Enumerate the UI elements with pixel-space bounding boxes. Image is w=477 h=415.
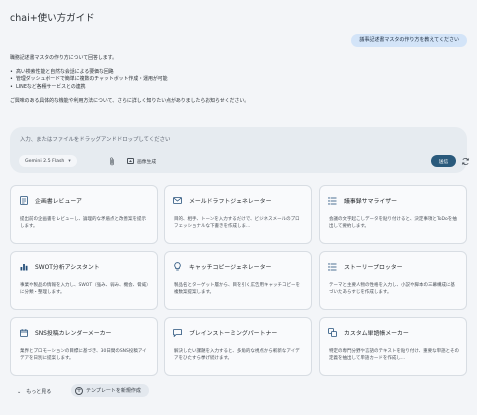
mail-icon <box>173 196 182 205</box>
card-description: 製品名とターゲット層から、目を引く広告用キャッチコピーを複数案提案します。 <box>174 283 300 295</box>
card-title: 議事録サマライザー <box>344 199 398 205</box>
page-title: chai+使い方ガイド <box>10 13 95 24</box>
paperclip-icon[interactable] <box>107 156 117 166</box>
card-title: カスタム単語帳メーカー <box>344 331 409 337</box>
calendar-icon <box>19 328 28 337</box>
document-icon <box>19 196 28 205</box>
card-title: SNS投稿カレンダーメーカー <box>35 331 112 337</box>
reply-bullet: LINEなど各種サービスとの連携 <box>10 84 470 92</box>
template-card[interactable]: カスタム単語帳メーカー 特定の専門分野や言語のテキストを貼り付け、重要な単語とそ… <box>319 317 467 376</box>
chat-bubble-icon <box>173 328 182 337</box>
new-template-button[interactable]: + テンプレートを新規作成 <box>71 384 149 397</box>
template-card[interactable]: キャッチコピージェネレーター 製品名とターゲット層から、目を引く広告用キャッチコ… <box>164 251 312 310</box>
card-title: ストーリープロッター <box>344 265 403 271</box>
card-title: メールドラフトジェネレーター <box>189 199 272 205</box>
card-description: 会議の文字起こしデータを貼り付けると、決定事項とToDoを抽出して要約します。 <box>329 217 457 229</box>
card-description: 特定の専門分野や言語のテキストを貼り付け、重要な単語とその定義を抽出して単語カー… <box>329 349 460 361</box>
image-icon <box>127 158 134 164</box>
send-button[interactable]: 送信 <box>431 155 456 167</box>
list-icon <box>328 196 337 205</box>
card-title: ブレインストーミングパートナー <box>189 331 278 337</box>
card-description: 業界とプロモーションの目標に基づき、30日間のSNS投稿アイデアを日別に提案しま… <box>20 349 147 361</box>
template-card[interactable]: ブレインストーミングパートナー 解決したい課題を入力すると、多角的な視点から斬新… <box>164 317 312 376</box>
image-generate-button[interactable]: 画像生成 <box>127 155 156 167</box>
lightbulb-icon <box>173 262 182 271</box>
new-template-label: テンプレートを新規作成 <box>86 388 141 394</box>
show-more-button[interactable]: ⌄ もっと見る <box>17 388 52 396</box>
message-input[interactable]: 入力、またはファイルをドラッグアンドドロップしてください <box>20 135 170 143</box>
chevron-down-icon: ⌄ <box>17 388 22 395</box>
user-message-bubble: 議事記述書マスタの作り方を教えてください <box>351 34 467 47</box>
template-card[interactable]: ストーリープロッター テーマと主要人物の性格を入力し、小説や脚本の三幕構成に基づ… <box>319 251 467 310</box>
list-icon <box>328 262 337 271</box>
show-more-label: もっと見る <box>26 389 52 395</box>
assistant-reply: 職務記述書マスタの作り方について回答します。 高い検索性能と自然な会話による要価… <box>10 55 470 106</box>
chevron-down-icon: ▾ <box>68 158 71 164</box>
model-select-label: Gemini 2.5 Flash <box>25 158 65 164</box>
reply-bullets: 高い検索性能と自然な会話による要価な回路 管理ダッシュボードで簡単に複数のチャッ… <box>10 69 470 93</box>
bar-chart-icon <box>19 262 28 271</box>
card-title: SWOT分析アシスタント <box>35 265 100 271</box>
reply-outro: ご興味のある具体的な機能や利用方法について、さらに詳しく知りたい点がありましたら… <box>10 98 250 105</box>
translate-icon <box>328 328 337 337</box>
card-description: テーマと主要人物の性格を入力し、小説や脚本の三幕構成に基づいたあらすじを作成しま… <box>329 283 455 295</box>
card-title: キャッチコピージェネレーター <box>189 265 272 271</box>
model-select[interactable]: Gemini 2.5 Flash ▾ <box>19 155 77 167</box>
card-description: 解決したい課題を入力すると、多角的な視点から斬新なアイデアをひたすら挙げ続けます… <box>174 349 300 361</box>
card-description: 事業や製品の情報を入力し、SWOT（強み、弱み、機会、脅威）に分類・整理します。 <box>20 283 149 295</box>
app-window: chai+使い方ガイド 議事記述書マスタの作り方を教えてください 職務記述書マス… <box>0 0 477 415</box>
template-card[interactable]: SNS投稿カレンダーメーカー 業界とプロモーションの目標に基づき、30日間のSN… <box>10 317 158 376</box>
reply-intro: 職務記述書マスタの作り方について回答します。 <box>10 55 117 61</box>
card-title: 企画書レビューア <box>35 199 82 205</box>
composer[interactable]: 入力、またはファイルをドラッグアンドドロップしてください Gemini 2.5 … <box>10 127 470 173</box>
refresh-icon[interactable] <box>460 156 470 166</box>
template-card[interactable]: 企画書レビューア 提出前の企画書をレビューし、論理的な矛盾点と改善案を提示します… <box>10 185 158 244</box>
template-card[interactable]: 議事録サマライザー 会議の文字起こしデータを貼り付けると、決定事項とToDoを抽… <box>319 185 467 244</box>
plus-icon: + <box>75 386 83 395</box>
card-description: 提出前の企画書をレビューし、論理的な矛盾点と改善案を提示します。 <box>20 217 146 229</box>
template-card[interactable]: メールドラフトジェネレーター 目的、相手、トーンを入力するだけで、ビジネスメール… <box>164 185 312 244</box>
card-description: 目的、相手、トーンを入力するだけで、ビジネスメールのプロフェッショナルな下書きを… <box>174 217 300 229</box>
image-generate-label: 画像生成 <box>137 159 157 165</box>
template-card[interactable]: SWOT分析アシスタント 事業や製品の情報を入力し、SWOT（強み、弱み、機会、… <box>10 251 158 310</box>
